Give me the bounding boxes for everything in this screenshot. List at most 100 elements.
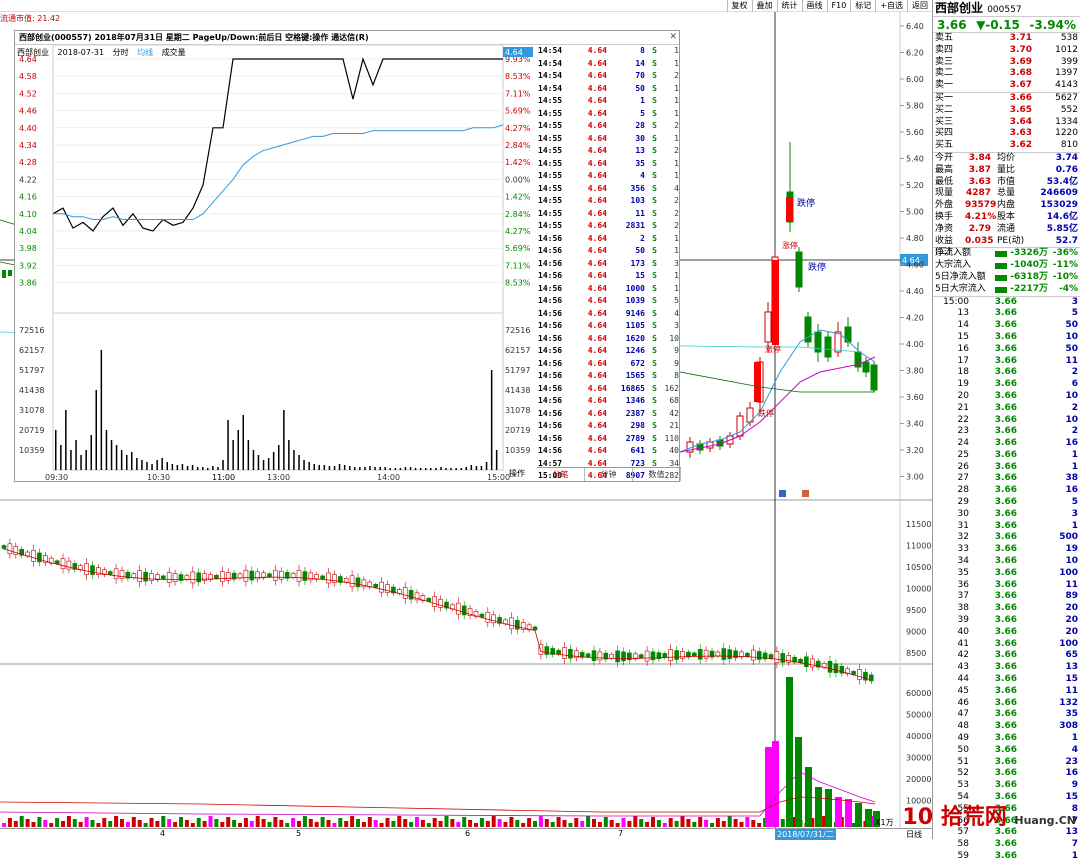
trades-t: 37 <box>957 591 969 602</box>
volume-bar <box>261 819 266 827</box>
draw-line-button[interactable]: 画线 <box>801 0 827 12</box>
trades-p: 3.66 <box>994 544 1017 555</box>
volume-bar <box>61 821 65 827</box>
trades-v: 16 <box>1065 768 1078 779</box>
volume-bar <box>354 467 356 470</box>
index-candle-down <box>721 648 727 660</box>
tick-p: 4.64 <box>587 46 607 55</box>
volume-bar <box>186 466 189 470</box>
index-candle-down <box>514 619 520 630</box>
tick-p: 4.64 <box>587 396 607 405</box>
trades-v: 100 <box>1059 638 1078 649</box>
volume-bar <box>272 452 275 470</box>
trades-v: 1 <box>1071 520 1078 531</box>
trades-t: 51 <box>957 756 969 767</box>
volume-bar <box>214 819 219 827</box>
volume-bar <box>367 817 372 827</box>
trades-p: 3.66 <box>994 662 1017 673</box>
intraday-popup[interactable]: 西部创业(000557) 2018年07月31日 星期二 PageUp/Down… <box>14 30 681 483</box>
asks-k: 卖二 <box>935 68 954 79</box>
mark-button[interactable]: 标记 <box>850 0 875 12</box>
tick-v: 1000 <box>625 283 645 293</box>
tick-n: 2 <box>674 146 679 155</box>
time-tick-2: 11:00 <box>212 473 235 481</box>
vol-tick-right-6: 10359 <box>505 446 530 455</box>
tick-table[interactable]: 14:54 4.64 8 S 1 14:54 4.64 14 S 1 14:54 4.64 70 S 2 14… <box>537 45 681 483</box>
tick-n: 2 <box>674 196 679 205</box>
index-candle-up <box>113 568 119 580</box>
trades-p: 3.66 <box>994 650 1017 661</box>
tick-p: 4.64 <box>587 183 607 193</box>
event-marker-1[interactable] <box>779 490 786 497</box>
volume-bar <box>361 822 366 827</box>
tick-v: 50 <box>635 246 645 255</box>
trade-list[interactable]: 15:00 3.66 3 13 3.66 5 14 3.66 50 15 3.66 10 16 3.66 5… <box>933 297 1080 863</box>
candle-down <box>870 364 878 391</box>
details-row: 收益(二) 0.035 PE(动) 52.7 <box>933 236 1080 258</box>
add-watchlist-button[interactable]: +自选 <box>875 0 907 12</box>
tick-t: 14:55 <box>538 133 563 143</box>
tick-p: 4.64 <box>587 196 607 205</box>
volume-bar <box>227 420 229 470</box>
flow-label: 5日净流入额 <box>935 271 986 282</box>
restore-rights-button[interactable]: 复权 <box>726 0 752 12</box>
tick-v: 14 <box>635 58 645 68</box>
volume-bar <box>479 818 484 827</box>
volume-bar-recent <box>855 803 862 827</box>
index-candle-down <box>196 572 201 583</box>
asks-k: 卖五 <box>935 33 954 43</box>
close-icon[interactable]: ✕ <box>669 32 677 42</box>
tick-p: 4.64 <box>587 421 607 430</box>
volume-bar <box>389 468 391 470</box>
volume-bar <box>379 467 381 470</box>
tab-minutes[interactable]: 分钟 <box>585 468 633 481</box>
tab-ticks[interactable]: 分笔 <box>537 468 585 481</box>
index-candle-down <box>768 654 774 659</box>
tick-n: 2 <box>674 221 679 230</box>
details-row: 净资 2.79 流通 5.85亿 <box>933 224 1080 236</box>
volume-tick-20000: 20000 <box>906 775 931 784</box>
tick-t: 14:55 <box>538 208 563 218</box>
volume-bar-recent <box>845 799 852 827</box>
bids-p: 3.64 <box>1009 116 1032 127</box>
vol-tick-left-5: 20719 <box>19 426 44 435</box>
tick-row: 14:55 4.64 5 S 1 <box>537 108 681 121</box>
tick-row: 14:55 4.64 2831 S 2 <box>537 220 681 233</box>
volume-bar-recent <box>835 797 842 827</box>
tick-p: 4.64 <box>587 446 607 455</box>
tick-s: S <box>652 83 657 93</box>
volume-bar <box>465 467 467 470</box>
volume-bar <box>698 817 703 827</box>
trades-p: 3.66 <box>994 744 1017 755</box>
event-marker-2[interactable] <box>802 490 809 497</box>
kline-price-tick-3.00: 3.00 <box>906 473 924 482</box>
trades-row: 34 3.66 10 <box>933 556 1080 568</box>
bids-v: 1220 <box>1055 128 1078 139</box>
index-candle-down <box>355 577 361 588</box>
index-candle-up <box>402 587 408 599</box>
ma-line-magenta <box>679 356 876 453</box>
volume-bar <box>344 821 349 827</box>
volume-bar <box>639 819 644 827</box>
trades-p: 3.66 <box>994 508 1017 519</box>
tick-t: 14:55 <box>538 171 563 180</box>
volume-bar <box>318 465 320 470</box>
trades-t: 41 <box>957 638 969 649</box>
tick-s: S <box>652 58 657 68</box>
f10-button[interactable]: F10 <box>826 0 851 12</box>
volume-bar <box>668 818 673 827</box>
volume-bar <box>462 817 467 827</box>
index-axis: 11500 11000 10500 10000 9500 9000 8500 <box>906 520 931 658</box>
volume-bar <box>179 817 183 827</box>
volume-bar <box>115 445 118 470</box>
stats-button[interactable]: 统计 <box>776 0 802 12</box>
op-label[interactable]: 操作 <box>509 468 525 478</box>
intraday-chart[interactable]: 4.64 4.58 4.52 4.46 4.40 4.34 4.28 4.22 4.16 4.10… <box>15 45 537 481</box>
volume-axis: 600005000040000300002000010000 <box>906 689 931 806</box>
back-button[interactable]: 返回 <box>907 0 932 12</box>
tab-values[interactable]: 数值 <box>633 468 681 481</box>
volume-bar <box>308 462 310 470</box>
tick-v: 641 <box>630 446 645 455</box>
overlay-button[interactable]: 叠加 <box>751 0 777 12</box>
vol-tick-left-2: 51797 <box>19 366 44 375</box>
